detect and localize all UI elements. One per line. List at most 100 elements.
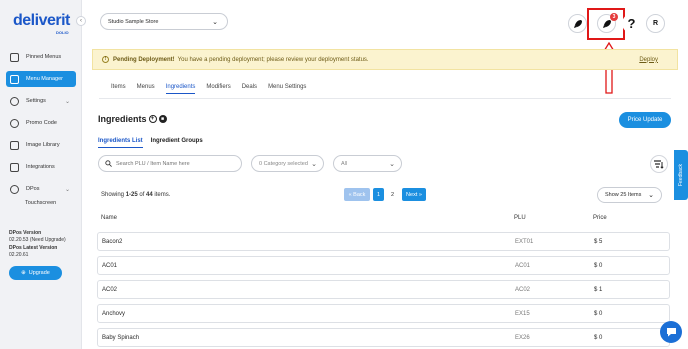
image-icon (10, 140, 19, 150)
upgrade-button[interactable]: ⊕ Upgrade (9, 266, 62, 280)
sidebar-item-label: Menu Manager (26, 76, 63, 82)
tab-ingredients-list[interactable]: Ingredients List (98, 138, 143, 148)
store-select[interactable]: Studio Sample Store ⌄ (100, 13, 228, 30)
chevron-down-icon: ⌄ (389, 160, 395, 168)
upgrade-icon: ⊕ (21, 270, 26, 276)
sidebar-item-image-library[interactable]: Image Library (6, 137, 76, 153)
gear-icon (10, 96, 19, 106)
status-select[interactable]: All ⌄ (333, 155, 402, 172)
row-price: $ 0 (594, 335, 603, 341)
tab-deals[interactable]: Deals (242, 84, 257, 94)
alert-title: Pending Deployment! (113, 56, 175, 63)
price-update-button[interactable]: Price Update (619, 112, 671, 128)
highlight-box (587, 8, 625, 40)
sidebar-item-label: Promo Code (26, 120, 57, 126)
chevron-down-icon: ⌄ (212, 18, 218, 26)
row-name: AC01 (102, 263, 118, 269)
tab-menus[interactable]: Menus (137, 84, 155, 94)
tabs-divider (99, 98, 671, 99)
back-button[interactable]: « Back (344, 188, 370, 201)
sidebar-item-label: Pinned Menus (26, 54, 62, 60)
help-icon[interactable]: ? (622, 14, 641, 33)
search-field[interactable] (98, 155, 242, 172)
table-row[interactable]: Anchovy EX15 $ 0 (97, 304, 670, 323)
pos-icon (10, 184, 19, 194)
row-name: Anchovy (102, 311, 126, 317)
page-1-button[interactable]: 1 (373, 188, 384, 201)
warning-icon: ! (102, 56, 109, 63)
sidebar-item-pinned-menus[interactable]: Pinned Menus (6, 49, 76, 65)
row-price: $ 1 (594, 287, 603, 293)
page-2-button[interactable]: 2 (387, 188, 398, 201)
chevron-down-icon: ⌄ (648, 192, 654, 199)
row-plu: EX26 (515, 335, 530, 341)
chevron-down-icon: ⌄ (64, 186, 70, 193)
dpos-latest-label: DPos Latest Version (9, 245, 58, 251)
table-row[interactable]: AC02 AC02 $ 1 (97, 280, 670, 299)
row-name: AC02 (102, 287, 118, 293)
row-name: Bacon2 (102, 239, 123, 245)
pin-icon (10, 52, 19, 62)
brand-logo: deliverit (13, 12, 70, 29)
promo-icon (10, 118, 19, 128)
sort-filter-icon (654, 159, 664, 169)
search-input[interactable] (116, 160, 236, 167)
menu-icon (10, 74, 19, 84)
sidebar-item-dpos[interactable]: DPos ⌄ (6, 181, 76, 197)
feedback-tab[interactable]: Feedback (674, 150, 688, 200)
column-header-name: Name (101, 215, 118, 221)
brand-sub: DOLIO (56, 30, 69, 35)
integration-icon (10, 162, 19, 172)
sidebar-item-promo-code[interactable]: Promo Code (6, 115, 76, 131)
sidebar-subitem-touchscreen[interactable]: Touchscreen (25, 200, 56, 206)
tab-modifiers[interactable]: Modifiers (206, 84, 230, 94)
row-price: $ 0 (594, 311, 603, 317)
rocket-icon[interactable] (568, 14, 587, 33)
chevron-down-icon: ⌄ (64, 98, 70, 105)
import-icon[interactable]: ■ (158, 115, 167, 123)
tab-ingredient-groups[interactable]: Ingredient Groups (151, 138, 203, 148)
add-icon[interactable]: + (148, 115, 157, 123)
row-plu: EXT01 (515, 239, 534, 245)
menu-tabs: Items Menus Ingredients Modifiers Deals … (111, 84, 317, 94)
page-title: Ingredients + ■ (98, 114, 167, 124)
dpos-latest-value: 02.20.61 (9, 252, 29, 258)
search-icon (105, 160, 112, 167)
row-plu: EX15 (515, 311, 530, 317)
avatar[interactable]: R (646, 14, 665, 33)
chat-icon (666, 328, 676, 337)
table-row[interactable]: AC01 AC01 $ 0 (97, 256, 670, 275)
filter-sort-button[interactable] (650, 155, 668, 173)
ingredient-subtabs: Ingredients List Ingredient Groups (98, 138, 211, 148)
sidebar-item-label: Settings (26, 98, 46, 104)
page-size-select[interactable]: Show 25 Items ⌄ (597, 187, 662, 203)
tab-menu-settings[interactable]: Menu Settings (268, 84, 306, 94)
tab-ingredients[interactable]: Ingredients (165, 84, 196, 94)
dpos-version-label: DPos Version (9, 230, 42, 236)
alert-message: You have a pending deployment; please re… (177, 56, 369, 63)
showing-text: Showing 1-25 of 44 items. (101, 192, 171, 198)
row-price: $ 5 (594, 239, 603, 245)
sidebar-item-integrations[interactable]: Integrations (6, 159, 76, 175)
sidebar-item-label: Integrations (26, 164, 55, 170)
table-row[interactable]: Bacon2 EXT01 $ 5 (97, 232, 670, 251)
dpos-version-value: 02.20.53 (Need Upgrade) (9, 237, 66, 243)
sidebar-item-settings[interactable]: Settings ⌄ (6, 93, 76, 109)
sidebar-item-label: DPos (26, 186, 40, 192)
sidebar-item-menu-manager[interactable]: Menu Manager (6, 71, 76, 87)
pending-deployment-alert: ! Pending Deployment! You have a pending… (92, 49, 678, 70)
sidebar: deliverit DOLIO Pinned Menus Menu Manage… (0, 0, 82, 349)
tab-items[interactable]: Items (111, 84, 126, 94)
row-price: $ 0 (594, 263, 603, 269)
next-button[interactable]: Next » (402, 188, 426, 201)
row-plu: AC01 (515, 263, 531, 269)
category-select[interactable]: 0 Category selected ⌄ (251, 155, 324, 172)
row-plu: AC02 (515, 287, 531, 293)
deploy-link[interactable]: Deploy (639, 57, 658, 63)
column-header-plu: PLU (514, 215, 526, 221)
column-header-price: Price (593, 215, 607, 221)
sidebar-collapse-button[interactable]: ‹ (76, 16, 86, 26)
chat-button[interactable] (660, 321, 682, 343)
sidebar-item-label: Image Library (26, 142, 60, 148)
table-row[interactable]: Baby Spinach EX26 $ 0 (97, 328, 670, 347)
